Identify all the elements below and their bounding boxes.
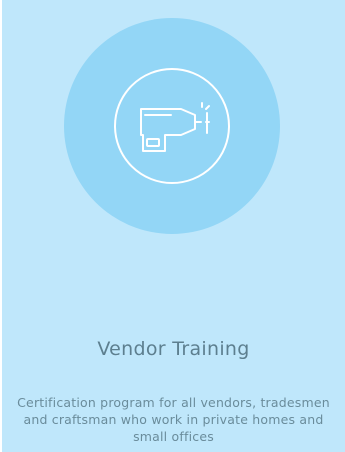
card-description: Certification program for all vendors, t…	[17, 395, 330, 444]
drill-icon	[140, 102, 210, 152]
card-title: Vendor Training	[97, 338, 250, 360]
vendor-training-card[interactable]: Vendor Training Certification program fo…	[2, 0, 345, 452]
